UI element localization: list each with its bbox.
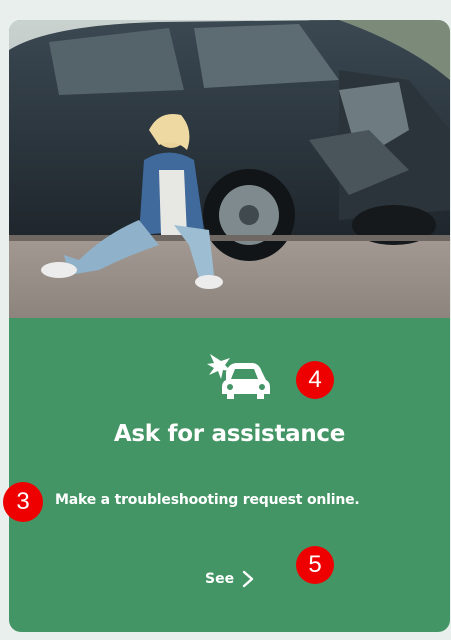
annotation-badge-3: 3 <box>3 482 43 522</box>
see-link[interactable]: See <box>205 570 254 588</box>
assistance-card[interactable]: Ask for assistance Make a troubleshootin… <box>9 20 450 632</box>
page-frame: Ask for assistance Make a troubleshootin… <box>0 0 451 640</box>
car-crash-icon <box>207 354 270 399</box>
annotation-badge-5: 5 <box>296 546 334 584</box>
accident-photo <box>9 20 450 318</box>
annotation-badge-4: 4 <box>296 361 334 399</box>
card-content: Ask for assistance Make a troubleshootin… <box>9 318 450 632</box>
chevron-right-icon <box>242 570 254 588</box>
card-description: Make a troubleshooting request online. <box>55 492 360 508</box>
card-title: Ask for assistance <box>113 421 346 447</box>
see-link-label: See <box>205 571 235 587</box>
